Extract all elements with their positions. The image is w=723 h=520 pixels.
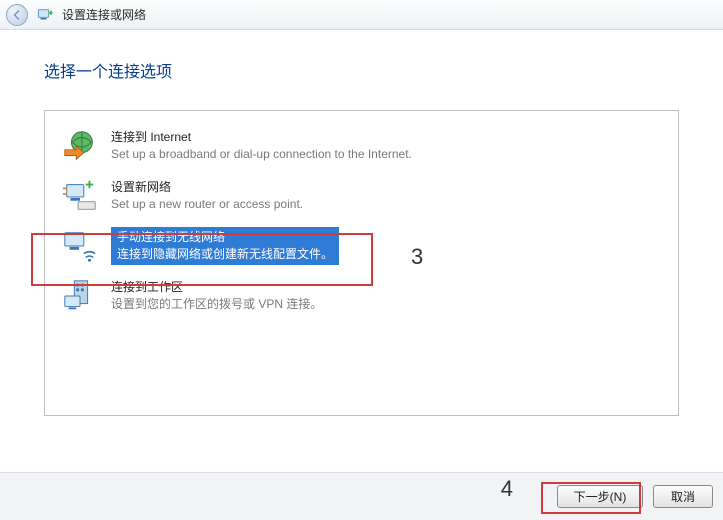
option-desc: Set up a new router or access point. bbox=[111, 196, 303, 213]
option-desc: Set up a broadband or dial-up connection… bbox=[111, 146, 412, 163]
cancel-button-label: 取消 bbox=[671, 488, 695, 505]
option-title: 连接到工作区 bbox=[111, 279, 322, 296]
window-title: 设置连接或网络 bbox=[62, 6, 146, 23]
option-manual-wireless[interactable]: 手动连接到无线网络 连接到隐藏网络或创建新无线配置文件。 bbox=[57, 221, 666, 271]
option-title: 连接到 Internet bbox=[111, 129, 412, 146]
wireless-icon bbox=[61, 227, 99, 265]
options-panel: 连接到 Internet Set up a broadband or dial-… bbox=[44, 110, 679, 416]
cancel-button[interactable]: 取消 bbox=[653, 485, 713, 508]
option-connect-workplace[interactable]: 连接到工作区 设置到您的工作区的拨号或 VPN 连接。 bbox=[57, 271, 666, 321]
next-button[interactable]: 下一步(N) bbox=[557, 485, 643, 508]
annotation-label-4: 4 bbox=[501, 476, 513, 502]
option-title: 设置新网络 bbox=[111, 179, 303, 196]
arrow-left-icon bbox=[11, 9, 23, 21]
network-wizard-icon bbox=[36, 6, 54, 24]
option-setup-network[interactable]: 设置新网络 Set up a new router or access poin… bbox=[57, 171, 666, 221]
globe-icon bbox=[61, 127, 99, 165]
next-button-label: 下一步(N) bbox=[574, 488, 627, 505]
option-connect-internet[interactable]: 连接到 Internet Set up a broadband or dial-… bbox=[57, 121, 666, 171]
footer: 下一步(N) 取消 bbox=[0, 472, 723, 520]
router-icon bbox=[61, 177, 99, 215]
option-desc: 连接到隐藏网络或创建新无线配置文件。 bbox=[117, 246, 333, 263]
titlebar: 设置连接或网络 bbox=[0, 0, 723, 30]
page-heading: 选择一个连接选项 bbox=[44, 58, 679, 82]
annotation-label-3: 3 bbox=[411, 244, 423, 270]
back-button[interactable] bbox=[6, 4, 28, 26]
workplace-icon bbox=[61, 277, 99, 315]
option-desc: 设置到您的工作区的拨号或 VPN 连接。 bbox=[111, 296, 322, 313]
content-area: 选择一个连接选项 连接到 Internet Set up a broadband… bbox=[0, 30, 723, 416]
option-title: 手动连接到无线网络 bbox=[117, 229, 333, 246]
